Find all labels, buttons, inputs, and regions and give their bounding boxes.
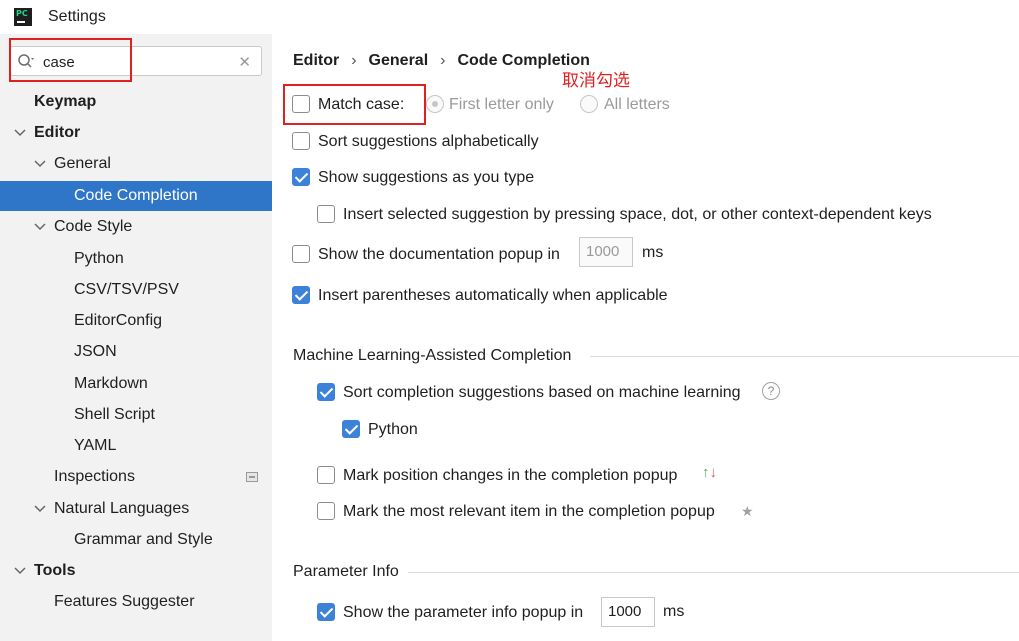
chevron-down-icon[interactable] <box>14 128 26 138</box>
sidebar-item-csv[interactable]: CSV/TSV/PSV <box>0 275 272 305</box>
sidebar-item-markdown[interactable]: Markdown <box>0 369 272 399</box>
pycharm-logo-icon: PC <box>14 8 32 26</box>
mark-relevant-checkbox[interactable] <box>317 502 335 520</box>
chevron-down-icon[interactable] <box>34 222 46 232</box>
sidebar-item-yaml[interactable]: YAML <box>0 431 272 461</box>
mark-position-label: Mark position changes in the completion … <box>343 467 678 484</box>
search-input[interactable] <box>43 52 223 72</box>
sidebar-item-features-suggester[interactable]: Features Suggester <box>0 587 272 617</box>
settings-content: Editor › General › Code Completion Match cas… <box>272 34 1019 641</box>
sidebar-item-python[interactable]: Python <box>0 244 272 274</box>
help-icon[interactable]: ? <box>762 382 780 400</box>
all-letters-radio[interactable] <box>580 95 598 113</box>
breadcrumb-separator: › <box>440 52 446 69</box>
first-letter-only-label: First letter only <box>449 96 554 113</box>
sidebar-item-inspections[interactable]: Inspections <box>0 462 272 492</box>
search-box[interactable]: ✕ <box>10 46 262 76</box>
sidebar-item-editorconfig[interactable]: EditorConfig <box>0 306 272 336</box>
ml-python-label: Python <box>368 421 418 438</box>
ml-section-title: Machine Learning-Assisted Completion <box>293 347 572 364</box>
match-case-label: Match case: <box>318 96 405 113</box>
show-as-you-type-label: Show suggestions as you type <box>318 169 535 186</box>
window-title: Settings <box>48 8 106 25</box>
show-as-you-type-checkbox[interactable] <box>292 168 310 186</box>
mark-relevant-label: Mark the most relevant item in the compl… <box>343 503 715 520</box>
insert-parentheses-checkbox[interactable] <box>292 286 310 304</box>
doc-popup-unit-label: ms <box>642 244 664 261</box>
clear-search-icon[interactable]: ✕ <box>238 53 251 71</box>
breadcrumb-item: Editor <box>293 52 340 69</box>
sidebar-item-general[interactable]: General <box>0 149 272 179</box>
all-letters-label: All letters <box>604 96 670 113</box>
sidebar-item-natural-languages[interactable]: Natural Languages <box>0 494 272 524</box>
insert-selected-checkbox[interactable] <box>317 205 335 223</box>
sidebar-item-shell-script[interactable]: Shell Script <box>0 400 272 430</box>
sort-ml-label: Sort completion suggestions based on mac… <box>343 384 741 401</box>
sidebar-item-tools[interactable]: Tools <box>0 556 272 586</box>
mark-position-checkbox[interactable] <box>317 466 335 484</box>
sort-ml-checkbox[interactable] <box>317 383 335 401</box>
sidebar-item-editor[interactable]: Editor <box>0 118 272 148</box>
section-divider <box>590 356 1019 357</box>
breadcrumb-separator: › <box>351 52 357 69</box>
search-icon[interactable] <box>17 53 37 71</box>
annotation-note: 取消勾选 <box>562 71 630 91</box>
sidebar-item-json[interactable]: JSON <box>0 337 272 367</box>
sidebar-item-code-completion[interactable]: Code Completion <box>0 181 272 211</box>
show-param-popup-label: Show the parameter info popup in <box>343 604 584 621</box>
sidebar-item-code-style[interactable]: Code Style <box>0 212 272 242</box>
doc-popup-delay-input[interactable]: 1000 <box>579 237 633 267</box>
chevron-down-icon[interactable] <box>34 159 46 169</box>
param-popup-unit-label: ms <box>663 603 685 620</box>
param-section-title: Parameter Info <box>293 563 399 580</box>
match-case-checkbox[interactable] <box>292 95 310 113</box>
position-change-arrows-icon: ↑↓ <box>702 464 717 481</box>
chevron-down-icon[interactable] <box>34 504 46 514</box>
show-doc-popup-label: Show the documentation popup in <box>318 246 560 263</box>
star-icon: ★ <box>741 503 754 519</box>
project-settings-icon <box>246 472 258 482</box>
insert-selected-label: Insert selected suggestion by pressing s… <box>343 206 932 223</box>
breadcrumb-item: General <box>368 52 429 69</box>
insert-parentheses-label: Insert parentheses automatically when ap… <box>318 287 668 304</box>
sidebar-item-grammar-and-style[interactable]: Grammar and Style <box>0 525 272 555</box>
sidebar-item-keymap[interactable]: Keymap <box>0 87 272 117</box>
first-letter-only-radio[interactable] <box>426 95 444 113</box>
title-bar: PC Settings <box>0 0 1019 34</box>
param-popup-delay-input[interactable]: 1000 <box>601 597 655 627</box>
section-divider <box>408 572 1019 573</box>
settings-sidebar: ✕ Keymap Editor General Code Completion … <box>0 34 272 641</box>
show-param-popup-checkbox[interactable] <box>317 603 335 621</box>
sort-alphabetically-label: Sort suggestions alphabetically <box>318 133 539 150</box>
ml-python-checkbox[interactable] <box>342 420 360 438</box>
chevron-down-icon[interactable] <box>14 566 26 576</box>
breadcrumb: Editor › General › Code Completion <box>293 52 590 70</box>
sort-alphabetically-checkbox[interactable] <box>292 132 310 150</box>
show-doc-popup-checkbox[interactable] <box>292 245 310 263</box>
